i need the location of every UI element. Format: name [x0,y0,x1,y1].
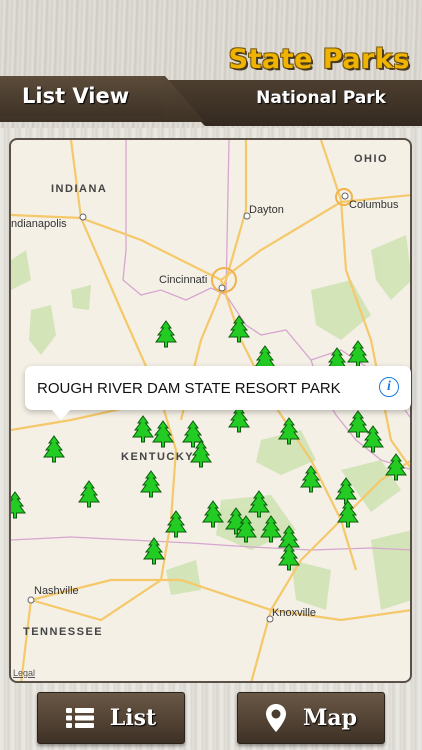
city-label-knoxville: Knoxville [272,607,316,619]
park-tree-icon[interactable] [140,470,162,498]
park-tree-icon[interactable] [78,480,100,508]
park-callout[interactable]: ROUGH RIVER DAM STATE RESORT PARK i [25,366,411,420]
state-label-ohio: OHIO [354,153,388,165]
park-tree-icon[interactable] [11,491,26,519]
state-label-kentucky: KENTUCKY [121,451,194,463]
park-tree-icon[interactable] [155,320,177,348]
park-tree-icon[interactable] [300,465,322,493]
city-label-nashville: Nashville [34,585,79,597]
info-icon[interactable]: i [379,377,399,397]
park-tree-icon[interactable] [347,340,369,368]
city-label-columbus: Columbus [349,199,399,211]
subtitle: National Park [256,88,386,108]
park-tree-icon[interactable] [152,420,174,448]
map-button-label: Map [303,705,357,731]
map-canvas[interactable]: OHIO INDIANA KENTUCKY TENNESSEE Dayton C… [11,140,412,683]
list-view-button[interactable]: List View [0,76,163,116]
state-label-tennessee: TENNESSEE [23,626,103,638]
app-title: State Parks [228,44,410,75]
city-label-indianapolis: ndianapolis [11,218,67,230]
list-button[interactable]: List [37,692,185,744]
park-tree-icon[interactable] [43,435,65,463]
park-tree-icon[interactable] [132,415,154,443]
highways [11,140,410,681]
map-button[interactable]: Map [237,692,385,744]
state-label-indiana: INDIANA [51,183,107,195]
map-pin-icon [266,704,286,732]
callout-title: ROUGH RIVER DAM STATE RESORT PARK [37,379,341,397]
list-icon [65,708,94,728]
city-label-cincinnati: Cincinnati [159,274,207,286]
header: State Parks List View National Park [0,0,422,128]
list-button-label: List [109,705,157,731]
park-tree-icon[interactable] [228,315,250,343]
legal-link[interactable]: Legal [13,668,35,678]
city-label-dayton: Dayton [249,204,284,216]
